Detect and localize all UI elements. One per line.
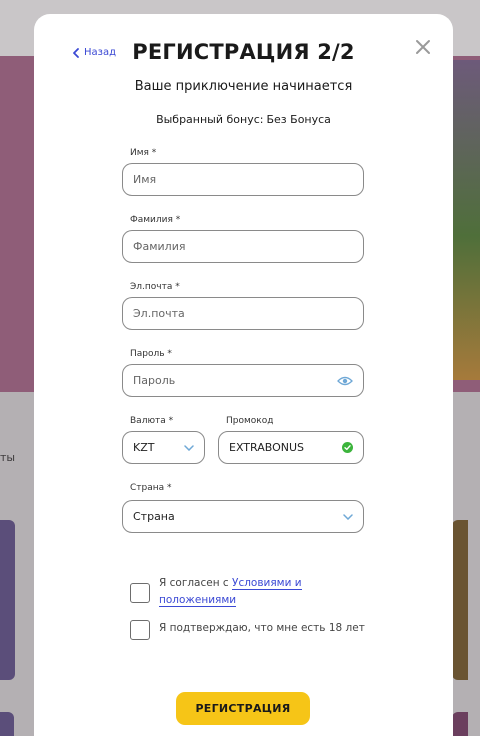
surname-field[interactable]: [122, 230, 364, 263]
password-field[interactable]: [122, 364, 364, 397]
email-field[interactable]: [122, 297, 364, 330]
terms-checkbox[interactable]: [130, 583, 150, 603]
background-game-card-right-2: [452, 712, 468, 736]
terms-prefix: Я согласен с: [159, 577, 233, 589]
name-label: Имя *: [130, 148, 157, 158]
promo-field[interactable]: [218, 431, 364, 464]
check-circle-icon: [342, 442, 353, 453]
selected-bonus: Выбранный бонус: Без Бонуса: [34, 113, 453, 126]
registration-modal: Назад РЕГИСТРАЦИЯ 2/2 Ваше приключение н…: [34, 14, 453, 736]
background-game-card-left: [0, 520, 15, 680]
bonus-label: Выбранный бонус:: [156, 113, 264, 126]
eye-icon[interactable]: [337, 376, 353, 386]
name-input[interactable]: [133, 173, 353, 186]
register-button[interactable]: РЕГИСТРАЦИЯ: [176, 692, 310, 725]
email-label: Эл.почта *: [130, 282, 180, 292]
currency-selected: KZT: [133, 441, 155, 454]
email-input[interactable]: [133, 307, 353, 320]
terms-row: Я согласен с Условиями и положениями: [130, 575, 302, 609]
terms-link[interactable]: Условиями и: [232, 577, 302, 590]
promo-input[interactable]: [229, 441, 342, 454]
surname-input[interactable]: [133, 240, 353, 253]
age-checkbox[interactable]: [130, 620, 150, 640]
chevron-down-icon: [343, 513, 353, 520]
country-label: Страна *: [130, 483, 172, 493]
chevron-down-icon: [184, 444, 194, 451]
currency-select[interactable]: KZT: [122, 431, 205, 464]
country-select[interactable]: Страна: [122, 500, 364, 533]
promo-label: Промокод: [226, 416, 274, 426]
background-game-card-left-2: [0, 712, 14, 736]
modal-subtitle: Ваше приключение начинается: [134, 79, 353, 94]
modal-title: РЕГИСТРАЦИЯ 2/2: [132, 40, 355, 64]
background-game-card-right: [452, 520, 468, 680]
close-icon[interactable]: [414, 38, 432, 56]
currency-label: Валюта *: [130, 416, 174, 426]
age-text: Я подтверждаю, что мне есть 18 лет: [159, 622, 365, 634]
terms-text: Я согласен с Условиями и положениями: [159, 575, 302, 609]
password-label: Пароль *: [130, 349, 172, 359]
name-field[interactable]: [122, 163, 364, 196]
bonus-value: Без Бонуса: [266, 113, 331, 126]
age-row: Я подтверждаю, что мне есть 18 лет: [130, 620, 365, 640]
country-selected: Страна: [133, 510, 175, 523]
terms-link-continued[interactable]: положениями: [159, 594, 237, 607]
surname-label: Фамилия *: [130, 215, 181, 225]
password-input[interactable]: [133, 374, 337, 387]
background-partial-text: ты: [0, 451, 16, 464]
